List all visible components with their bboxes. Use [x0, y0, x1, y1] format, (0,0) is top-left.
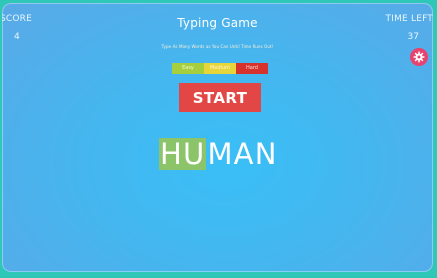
time-left-label: TIME LEFT: [385, 14, 433, 24]
page-title: Typing Game: [177, 16, 258, 30]
score-value: 4: [14, 32, 20, 42]
difficulty-selector: Easy Medium Hard: [172, 63, 268, 74]
medium-button[interactable]: Medium: [204, 63, 236, 74]
game-frame: SCORE 4 Typing Game Type As Many Words a…: [2, 3, 433, 272]
instructions-text: Type As Many Words as You Can Until Time…: [161, 44, 274, 49]
settings-button[interactable]: [410, 48, 428, 66]
start-button[interactable]: START: [179, 83, 261, 112]
gear-icon: [413, 51, 425, 63]
time-left-value: 37: [407, 32, 419, 42]
hard-button[interactable]: Hard: [236, 63, 268, 74]
easy-button[interactable]: Easy: [172, 63, 204, 74]
remaining-letters: MAN: [207, 137, 278, 171]
typed-letters: HU: [159, 137, 207, 171]
target-word: HU MAN: [159, 138, 278, 170]
